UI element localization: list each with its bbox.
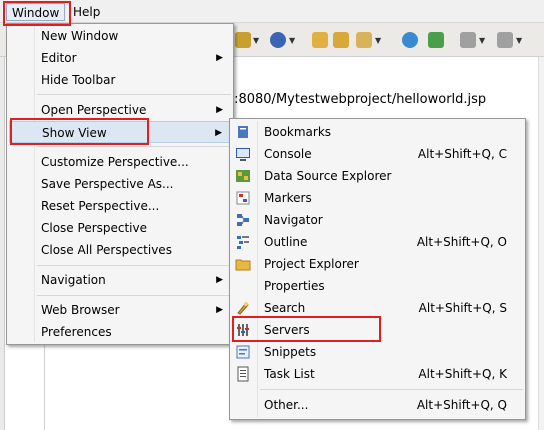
- menu-separator: [37, 295, 231, 296]
- submenu-arrow-icon: ▶: [216, 275, 223, 285]
- view-item-snippets[interactable]: Snippets: [230, 341, 525, 363]
- callout-servers: [232, 316, 381, 342]
- settings-icon[interactable]: [235, 32, 251, 48]
- task-list-icon: [235, 366, 251, 382]
- view-item-bookmarks[interactable]: Bookmarks: [230, 121, 525, 143]
- menu-separator: [37, 94, 231, 95]
- chevron-down-icon[interactable]: ▼: [375, 36, 381, 45]
- menu-item-new-window[interactable]: New Window: [7, 25, 233, 47]
- menu-item-customize-perspective[interactable]: Customize Perspective...: [7, 151, 233, 173]
- gear-icon[interactable]: [270, 32, 286, 48]
- callout-window: [3, 1, 71, 26]
- view-item-other[interactable]: Other... Alt+Shift+Q, Q: [230, 394, 525, 416]
- submenu-arrow-icon: ▶: [215, 128, 222, 138]
- view-item-task-list[interactable]: Task List Alt+Shift+Q, K: [230, 363, 525, 385]
- console-icon: [235, 146, 251, 162]
- run-icon[interactable]: [428, 32, 444, 48]
- show-view-submenu: Bookmarks Console Alt+Shift+Q, C Data So…: [229, 118, 526, 420]
- menu-item-web-browser[interactable]: Web Browser ▶: [7, 299, 233, 321]
- menu-bar: Window Help: [0, 0, 544, 23]
- chevron-down-icon[interactable]: ▼: [289, 36, 295, 45]
- view-item-project-explorer[interactable]: Project Explorer: [230, 253, 525, 275]
- search-icon: [235, 300, 251, 316]
- view-item-properties[interactable]: Properties: [230, 275, 525, 297]
- left-panel-edge: [0, 57, 5, 430]
- new-folder-icon[interactable]: [312, 32, 328, 48]
- open-folder-icon[interactable]: [333, 32, 349, 48]
- menu-item-save-perspective[interactable]: Save Perspective As...: [7, 173, 233, 195]
- scrollbar[interactable]: [538, 57, 544, 430]
- menu-item-close-all-perspectives[interactable]: Close All Perspectives: [7, 239, 233, 261]
- browser-address: t:8080/Mytestwebproject/helloworld.jsp: [229, 92, 487, 107]
- navigator-icon: [235, 212, 251, 228]
- menu-separator: [37, 265, 231, 266]
- menu-item-reset-perspective[interactable]: Reset Perspective...: [7, 195, 233, 217]
- menu-item-editor[interactable]: Editor ▶: [7, 47, 233, 69]
- view-item-navigator[interactable]: Navigator: [230, 209, 525, 231]
- view-item-console[interactable]: Console Alt+Shift+Q, C: [230, 143, 525, 165]
- folder-icon: [235, 256, 251, 272]
- chevron-down-icon[interactable]: ▼: [479, 36, 485, 45]
- submenu-arrow-icon: ▶: [216, 305, 223, 315]
- submenu-arrow-icon: ▶: [216, 105, 223, 115]
- data-source-icon: [235, 168, 251, 184]
- snippets-icon: [235, 344, 251, 360]
- view-item-data-source-explorer[interactable]: Data Source Explorer: [230, 165, 525, 187]
- chevron-down-icon[interactable]: ▼: [516, 36, 522, 45]
- menu-item-preferences[interactable]: Preferences: [7, 321, 233, 343]
- back-icon[interactable]: [460, 32, 476, 48]
- pencil-icon[interactable]: [356, 32, 372, 48]
- menu-item-close-perspective[interactable]: Close Perspective: [7, 217, 233, 239]
- submenu-arrow-icon: ▶: [216, 53, 223, 63]
- menu-item-navigation[interactable]: Navigation ▶: [7, 269, 233, 291]
- menu-separator: [37, 146, 231, 147]
- callout-show-view: [10, 118, 149, 145]
- bookmark-icon: [235, 124, 251, 140]
- menu-item-hide-toolbar[interactable]: Hide Toolbar: [7, 69, 233, 91]
- menu-help[interactable]: Help: [68, 3, 105, 21]
- markers-icon: [235, 190, 251, 206]
- window-menu: New Window Editor ▶ Hide Toolbar Open Per…: [6, 23, 234, 345]
- menu-separator: [260, 389, 523, 390]
- globe-icon[interactable]: [402, 32, 418, 48]
- outline-icon: [235, 234, 251, 250]
- view-item-markers[interactable]: Markers: [230, 187, 525, 209]
- view-item-outline[interactable]: Outline Alt+Shift+Q, O: [230, 231, 525, 253]
- forward-icon[interactable]: [497, 32, 513, 48]
- chevron-down-icon[interactable]: ▼: [253, 36, 259, 45]
